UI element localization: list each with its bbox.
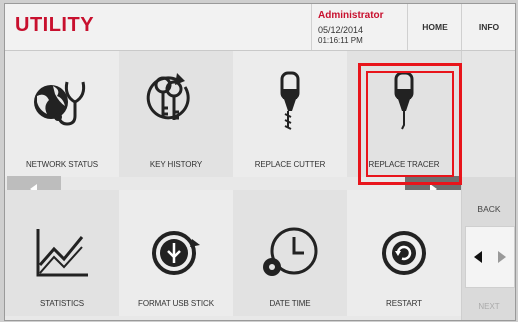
tile-label: NETWORK STATUS [25, 160, 99, 169]
tile-restart[interactable]: RESTART [347, 190, 461, 316]
tile-format-usb-stick[interactable]: FORMAT USB STICK [119, 190, 233, 316]
statistics-icon [27, 220, 97, 286]
tile-statistics[interactable]: STATISTICS [5, 190, 119, 316]
tile-label: STATISTICS [39, 299, 85, 308]
user-name: Administrator [318, 10, 384, 21]
current-date: 05/12/2014 [318, 25, 364, 35]
current-time: 01:16:11 PM [318, 36, 363, 45]
key-history-icon [141, 69, 211, 135]
usb-icon [141, 220, 211, 286]
arrow-left-icon[interactable] [473, 251, 483, 263]
user-info: Administrator 05/12/2014 01:16:11 PM [311, 4, 408, 50]
tile-key-history[interactable]: KEY HISTORY [119, 51, 233, 177]
next-label: NEXT [478, 302, 500, 311]
side-panel-top [462, 51, 515, 177]
cutter-icon [255, 69, 325, 135]
arrow-right-icon[interactable] [497, 251, 507, 263]
home-button[interactable]: HOME [407, 4, 462, 50]
tile-label: RESTART [386, 299, 422, 308]
side-arrows [465, 226, 515, 288]
tile-label: KEY HISTORY [149, 160, 203, 169]
restart-icon [369, 220, 439, 286]
utility-screen: UTILITY Administrator 05/12/2014 01:16:1… [4, 3, 516, 321]
tile-label: FORMAT USB STICK [138, 299, 214, 308]
info-button[interactable]: INFO [461, 4, 515, 50]
network-status-icon [27, 69, 97, 135]
tile-label: REPLACE CUTTER [254, 160, 326, 169]
back-label[interactable]: BACK [467, 204, 511, 214]
tile-date-time[interactable]: DATE TIME [233, 190, 347, 316]
tile-replace-cutter[interactable]: REPLACE CUTTER [233, 51, 347, 177]
highlight-inner-frame [366, 71, 454, 177]
page-title: UTILITY [15, 14, 95, 36]
clock-icon [255, 220, 325, 286]
tile-label: DATE TIME [269, 299, 311, 308]
header-bar: UTILITY Administrator 05/12/2014 01:16:1… [5, 4, 515, 51]
tile-network-status[interactable]: NETWORK STATUS [5, 51, 119, 177]
